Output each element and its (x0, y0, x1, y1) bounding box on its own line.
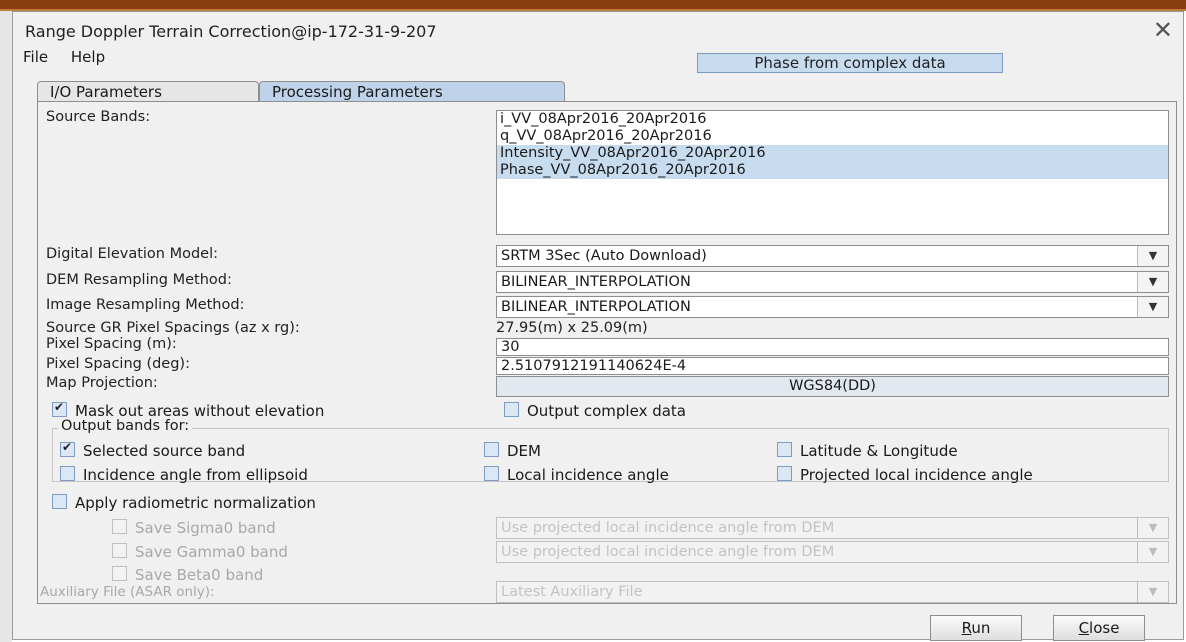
processing-panel: Source Bands: i_VV_08Apr2016_20Apr2016 q… (37, 101, 1177, 604)
chevron-down-icon[interactable]: ▼ (1137, 582, 1168, 602)
dem-output-label: DEM (507, 442, 541, 460)
menu-file[interactable]: File (23, 48, 48, 66)
save-beta0-checkbox[interactable]: Save Beta0 band (112, 566, 263, 584)
close-label: lose (1089, 619, 1120, 637)
chevron-down-icon[interactable]: ▼ (1137, 518, 1168, 538)
sigma0-incidence-select[interactable]: Use projected local incidence angle from… (496, 517, 1169, 539)
chevron-down-icon[interactable]: ▼ (1137, 272, 1168, 292)
output-complex-checkbox[interactable]: Output complex data (504, 402, 686, 420)
chevron-down-icon[interactable]: ▼ (1137, 542, 1168, 562)
selected-source-band-checkbox[interactable]: Selected source band (60, 440, 246, 460)
incidence-ellipsoid-checkbox[interactable]: Incidence angle from ellipsoid (60, 466, 308, 484)
pixel-spacing-deg-field[interactable]: 2.5107912191140624E-4 (496, 357, 1169, 375)
apply-radiometric-checkbox[interactable]: Apply radiometric normalization (52, 494, 316, 512)
checkbox-checked-icon[interactable] (60, 440, 75, 457)
image-resampling-value: BILINEAR_INTERPOLATION (501, 299, 691, 315)
apply-radiometric-label: Apply radiometric normalization (75, 494, 316, 512)
checkbox-icon[interactable] (60, 466, 75, 481)
tab-processing-parameters[interactable]: Processing Parameters (259, 81, 565, 102)
window-title: Range Doppler Terrain Correction@ip-172-… (25, 22, 437, 41)
gamma0-incidence-value: Use projected local incidence angle from… (501, 544, 835, 560)
dem-label: Digital Elevation Model: (46, 246, 219, 262)
pixel-spacing-m-label: Pixel Spacing (m): (46, 336, 177, 352)
checkbox-icon[interactable] (777, 466, 792, 481)
run-mnemonic: R (961, 619, 972, 637)
checkbox-icon[interactable] (52, 494, 67, 509)
dem-resampling-select[interactable]: BILINEAR_INTERPOLATION ▼ (496, 271, 1169, 293)
projected-local-incidence-label: Projected local incidence angle (800, 466, 1033, 484)
selected-source-band-label: Selected source band (83, 442, 246, 460)
local-incidence-label: Local incidence angle (507, 466, 669, 484)
image-resampling-label: Image Resampling Method: (46, 297, 245, 313)
projected-local-incidence-checkbox[interactable]: Projected local incidence angle (777, 466, 1033, 484)
sigma0-incidence-value: Use projected local incidence angle from… (501, 520, 835, 536)
map-projection-label: Map Projection: (46, 375, 158, 391)
map-projection-button[interactable]: WGS84(DD) (496, 376, 1169, 397)
source-bands-label: Source Bands: (46, 109, 151, 125)
background-window-strip (0, 11, 12, 642)
output-bands-title: Output bands for: (58, 418, 193, 434)
dialog-window: Range Doppler Terrain Correction@ip-172-… (12, 11, 1184, 641)
close-button[interactable]: Close (1053, 615, 1145, 641)
tab-io-parameters[interactable]: I/O Parameters (37, 81, 259, 102)
incidence-ellipsoid-label: Incidence angle from ellipsoid (83, 466, 308, 484)
lat-long-label: Latitude & Longitude (800, 442, 958, 460)
checkbox-icon[interactable] (112, 566, 127, 581)
dem-output-checkbox[interactable]: DEM (484, 442, 541, 460)
close-icon[interactable]: ✕ (1153, 16, 1173, 44)
checkbox-icon[interactable] (484, 442, 499, 457)
document-top-border (0, 0, 1186, 9)
image-resampling-select[interactable]: BILINEAR_INTERPOLATION ▼ (496, 296, 1169, 318)
checkbox-icon[interactable] (112, 519, 127, 534)
checkbox-icon[interactable] (112, 543, 127, 558)
aux-file-select[interactable]: Latest Auxiliary File ▼ (496, 581, 1169, 603)
menu-bar: File Help (23, 48, 123, 66)
save-gamma0-checkbox[interactable]: Save Gamma0 band (112, 543, 288, 561)
checkbox-icon[interactable] (484, 466, 499, 481)
local-incidence-checkbox[interactable]: Local incidence angle (484, 466, 669, 484)
list-item[interactable]: i_VV_08Apr2016_20Apr2016 (497, 111, 1168, 128)
menu-help[interactable]: Help (71, 48, 105, 66)
list-item[interactable]: Intensity_VV_08Apr2016_20Apr2016 (497, 145, 1168, 162)
status-badge: Phase from complex data (697, 53, 1003, 73)
checkbox-checked-icon[interactable] (52, 400, 67, 417)
aux-file-value: Latest Auxiliary File (501, 584, 643, 600)
chevron-down-icon[interactable]: ▼ (1137, 297, 1168, 317)
save-gamma0-label: Save Gamma0 band (135, 543, 288, 561)
gamma0-incidence-select[interactable]: Use projected local incidence angle from… (496, 541, 1169, 563)
source-bands-list[interactable]: i_VV_08Apr2016_20Apr2016 q_VV_08Apr2016_… (496, 110, 1169, 235)
save-beta0-label: Save Beta0 band (135, 566, 264, 584)
checkbox-icon[interactable] (504, 402, 519, 417)
pixel-spacing-deg-label: Pixel Spacing (deg): (46, 356, 190, 372)
close-mnemonic: C (1078, 619, 1090, 637)
aux-file-label: Auxiliary File (ASAR only): (40, 584, 215, 600)
chevron-down-icon[interactable]: ▼ (1137, 246, 1168, 266)
source-spacing-value: 27.95(m) x 25.09(m) (496, 320, 648, 336)
source-spacing-label: Source GR Pixel Spacings (az x rg): (46, 320, 300, 336)
list-item[interactable]: q_VV_08Apr2016_20Apr2016 (497, 128, 1168, 145)
dem-select[interactable]: SRTM 3Sec (Auto Download) ▼ (496, 245, 1169, 267)
save-sigma0-checkbox[interactable]: Save Sigma0 band (112, 519, 276, 537)
save-sigma0-label: Save Sigma0 band (135, 519, 276, 537)
run-label: un (971, 619, 991, 637)
lat-long-checkbox[interactable]: Latitude & Longitude (777, 442, 958, 460)
checkbox-icon[interactable] (777, 442, 792, 457)
dem-select-value: SRTM 3Sec (Auto Download) (501, 248, 707, 264)
run-button[interactable]: Run (930, 615, 1022, 641)
pixel-spacing-m-field[interactable]: 30 (496, 338, 1169, 356)
dem-resampling-label: DEM Resampling Method: (46, 272, 232, 288)
list-item[interactable]: Phase_VV_08Apr2016_20Apr2016 (497, 162, 1168, 179)
output-complex-label: Output complex data (527, 402, 686, 420)
dem-resampling-value: BILINEAR_INTERPOLATION (501, 274, 691, 290)
